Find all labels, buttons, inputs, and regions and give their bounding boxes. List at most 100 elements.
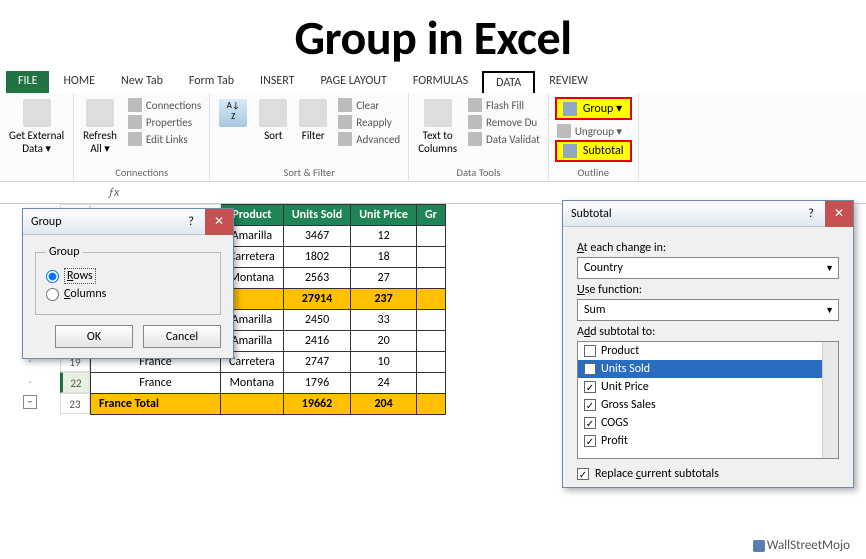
cell[interactable]: 33 [351,310,417,331]
at-each-dropdown[interactable]: Country▼ [577,257,839,279]
list-item[interactable]: ✓COGS [578,414,838,432]
cell[interactable]: 2747 [283,352,350,373]
row-header[interactable]: 23 [60,393,90,414]
cell[interactable] [416,268,445,289]
flash-fill-button[interactable]: Flash Fill [466,97,542,113]
use-function-value: Sum [584,303,605,317]
column-header[interactable]: Units Sold [283,205,350,226]
list-item[interactable]: ✓Gross Sales [578,396,838,414]
outline-collapse-button[interactable]: − [23,395,37,409]
cell[interactable]: France Total [91,394,221,415]
cell[interactable]: 20 [351,331,417,352]
radio-rows[interactable]: Rows [46,268,210,284]
list-item[interactable]: ✓Unit Price [578,378,838,396]
cell[interactable]: 1796 [283,373,350,394]
cell[interactable]: 237 [351,289,417,310]
cell[interactable] [416,352,445,373]
radio-rows-input[interactable] [46,270,59,283]
list-item[interactable]: Product [578,342,838,360]
cell[interactable]: 24 [351,373,417,394]
tab-pagelayout[interactable]: PAGE LAYOUT [308,71,398,93]
cell[interactable] [416,226,445,247]
row-header[interactable]: 22 [60,372,90,393]
dialog-titlebar[interactable]: Group ? ✕ [23,209,233,235]
tab-insert[interactable]: INSERT [248,71,306,93]
sort-az-button[interactable]: A↓Z [216,97,250,147]
checkbox-icon: ✓ [584,363,596,375]
cell[interactable]: 27 [351,268,417,289]
add-subtotal-listbox[interactable]: Product✓Units Sold✓Unit Price✓Gross Sale… [577,341,839,459]
cell[interactable]: 1802 [283,247,350,268]
table-row[interactable]: FranceMontana179624 [91,373,446,394]
radio-columns-input[interactable] [46,288,59,301]
connections-button[interactable]: Connections [126,97,203,113]
filter-button[interactable]: Filter [296,97,330,147]
sort-icon [259,99,287,127]
cell[interactable] [416,310,445,331]
use-function-dropdown[interactable]: Sum▼ [577,299,839,321]
reapply-button[interactable]: Reapply [336,114,402,130]
cell[interactable]: 19662 [283,394,350,415]
scrollbar[interactable] [822,342,838,458]
cell[interactable]: 10 [351,352,417,373]
dialog-titlebar[interactable]: Subtotal ? ✕ [563,201,853,227]
edit-links-icon [128,132,142,146]
tab-newtab[interactable]: New Tab [109,71,175,93]
get-external-data-button[interactable]: Get External Data ▾ [6,97,67,157]
group-button[interactable]: Group ▾ [555,97,632,120]
list-item[interactable]: ✓Units Sold [578,360,838,378]
text-to-columns-icon [424,99,452,127]
text-to-columns-button[interactable]: Text to Columns [415,97,460,157]
clear-button[interactable]: Clear [336,97,402,113]
tab-review[interactable]: REVIEW [537,71,600,93]
edit-links-button[interactable]: Edit Links [126,131,203,147]
radio-columns[interactable]: Columns [46,287,210,301]
at-each-value: Country [584,261,623,275]
tab-file[interactable]: FILE [6,71,49,93]
cell[interactable] [416,289,445,310]
replace-subtotals-checkbox[interactable]: ✓Replace current subtotals [577,467,839,481]
subtotal-button[interactable]: Subtotal [555,140,632,162]
close-icon[interactable]: ✕ [205,209,233,235]
properties-button[interactable]: Properties [126,114,203,130]
outline-dot: · [0,371,60,392]
cell[interactable]: 12 [351,226,417,247]
cell[interactable]: 27914 [283,289,350,310]
cancel-button[interactable]: Cancel [143,325,221,348]
cell[interactable] [416,247,445,268]
checkbox-icon: ✓ [584,399,596,411]
close-icon[interactable]: ✕ [825,201,853,227]
cell[interactable]: Montana [221,373,284,394]
cell[interactable] [416,331,445,352]
tab-data[interactable]: DATA [482,71,535,93]
cell[interactable]: 18 [351,247,417,268]
cell[interactable] [416,373,445,394]
tab-formulas[interactable]: FORMULAS [401,71,480,93]
cell[interactable]: 3467 [283,226,350,247]
cell[interactable]: 2416 [283,331,350,352]
column-header[interactable]: Gr [416,205,445,226]
data-validation-button[interactable]: Data Validat [466,131,542,147]
fx-icon[interactable]: ƒx [100,186,127,200]
remove-duplicates-button[interactable]: Remove Du [466,114,542,130]
cell[interactable]: 2450 [283,310,350,331]
sort-button[interactable]: Sort [256,97,290,147]
cell[interactable]: 204 [351,394,417,415]
tab-home[interactable]: HOME [51,71,107,93]
advanced-button[interactable]: Advanced [336,131,402,147]
cell[interactable] [416,394,445,415]
ok-button[interactable]: OK [55,325,133,348]
tab-formtab[interactable]: Form Tab [177,71,246,93]
get-external-data-label: Get External Data ▾ [9,129,64,155]
help-icon[interactable]: ? [177,209,205,235]
cell[interactable]: 2563 [283,268,350,289]
ungroup-button[interactable]: Ungroup ▾ [555,123,632,139]
list-item[interactable]: ✓Profit [578,432,838,450]
refresh-all-button[interactable]: Refresh All ▾ [80,97,120,157]
column-header[interactable]: Unit Price [351,205,417,226]
help-icon[interactable]: ? [797,201,825,227]
cell[interactable] [221,394,284,415]
page-title: Group in Excel [0,0,866,71]
cell[interactable]: France [91,373,221,394]
table-row[interactable]: France Total 19662204 [91,394,446,415]
